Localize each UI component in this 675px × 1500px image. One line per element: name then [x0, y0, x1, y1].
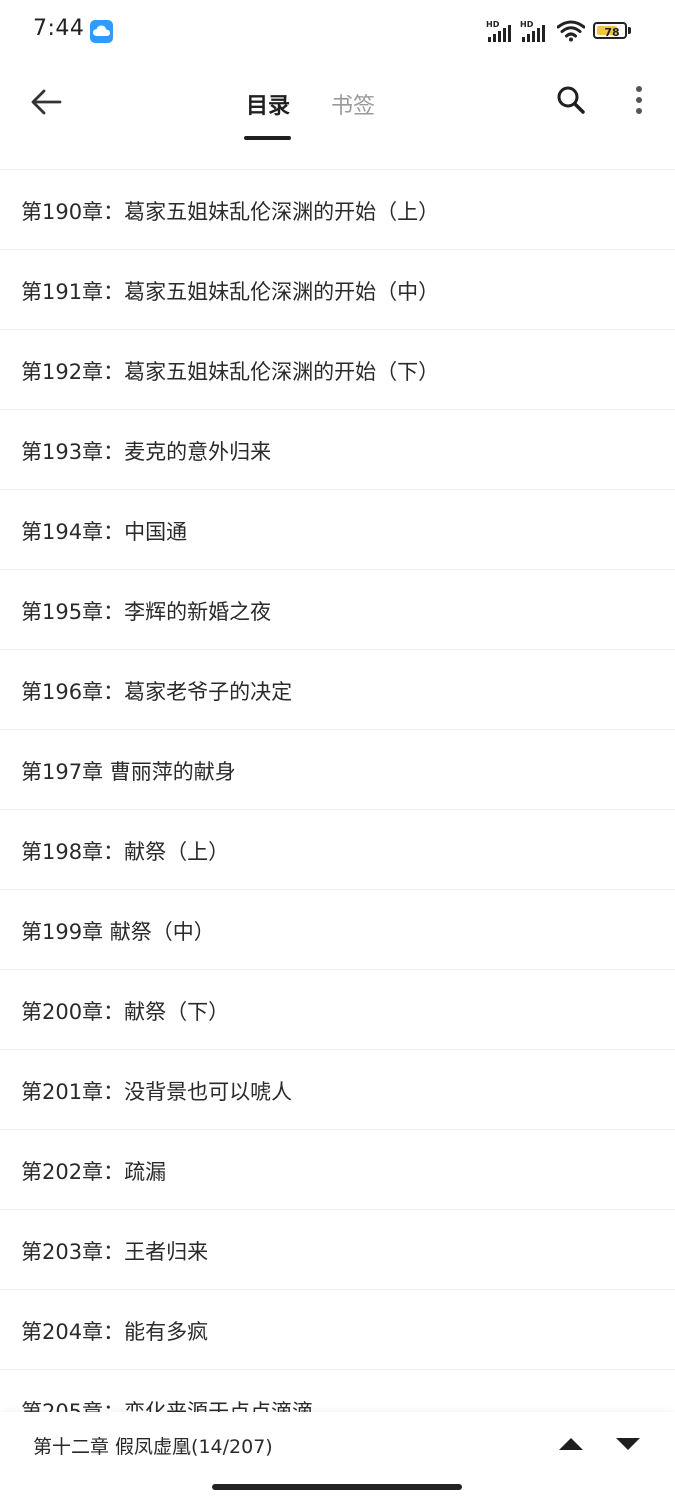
chapter-title: 第203章：王者归来	[21, 1240, 209, 1264]
chapter-list-item[interactable]: 第192章：葛家五姐妹乱伦深渊的开始（下）	[0, 330, 675, 410]
tab-table-of-contents[interactable]: 目录	[246, 88, 290, 120]
search-icon	[556, 85, 586, 119]
chapter-title: 第194章：中国通	[21, 520, 188, 544]
scroll-up-button[interactable]	[554, 1430, 588, 1460]
chapter-list-item[interactable]: 第195章：李辉的新婚之夜	[0, 570, 675, 650]
chapter-title: 第202章：疏漏	[21, 1160, 167, 1184]
battery-icon: 78	[593, 22, 631, 39]
chapter-list-item[interactable]: 第203章：王者归来	[0, 1210, 675, 1290]
chapter-title: 第196章：葛家老爷子的决定	[21, 680, 293, 704]
chapter-list-item[interactable]: 第200章：献祭（下）	[0, 970, 675, 1050]
tab-bookmarks[interactable]: 书签	[331, 88, 375, 120]
chapter-list-item[interactable]: 第204章：能有多疯	[0, 1290, 675, 1370]
wifi-icon	[556, 20, 586, 42]
chapter-title: 第205章：变化来源于点点滴滴	[21, 1400, 314, 1412]
battery-level: 78	[604, 26, 620, 39]
more-vertical-icon	[635, 85, 643, 119]
chapter-list-item[interactable]: 第202章：疏漏	[0, 1130, 675, 1210]
chapter-title: 第192章：葛家五姐妹乱伦深渊的开始（下）	[21, 360, 440, 384]
chapter-list-item[interactable]: 第194章：中国通	[0, 490, 675, 570]
chapter-title: 第204章：能有多疯	[21, 1320, 209, 1344]
signal-2-icon: HD	[520, 20, 550, 42]
cloud-app-icon	[90, 20, 113, 43]
search-button[interactable]	[551, 82, 591, 122]
bottom-bar: 第十二章 假凤虚凰(14/207)	[0, 1412, 675, 1500]
chapter-title: 第201章：没背景也可以唬人	[21, 1080, 293, 1104]
home-indicator[interactable]	[212, 1484, 462, 1490]
battery-body: 78	[593, 22, 627, 39]
top-nav: 目录 书签	[0, 62, 675, 170]
chapter-list-item[interactable]: 第193章：麦克的意外归来	[0, 410, 675, 490]
signal-1-icon: HD	[486, 20, 516, 42]
chapter-title: 第195章：李辉的新婚之夜	[21, 600, 272, 624]
triangle-down-icon	[615, 1436, 641, 1455]
chapter-list-item[interactable]: 第205章：变化来源于点点滴滴	[0, 1370, 675, 1412]
chapter-title: 第190章：葛家五姐妹乱伦深渊的开始（上）	[21, 200, 440, 224]
more-options-button[interactable]	[624, 82, 654, 122]
back-arrow-icon	[30, 88, 62, 120]
scroll-down-button[interactable]	[611, 1430, 645, 1460]
chapter-list-item[interactable]: 第196章：葛家老爷子的决定	[0, 650, 675, 730]
chapter-title: 第200章：献祭（下）	[21, 1000, 230, 1024]
chapter-list-item[interactable]: 第198章：献祭（上）	[0, 810, 675, 890]
chapter-title: 第193章：麦克的意外归来	[21, 440, 272, 464]
status-bar: 7:44 HD HD 78	[0, 0, 675, 62]
chapter-title: 第199章 献祭（中）	[21, 920, 215, 944]
chapter-title: 第197章 曹丽萍的献身	[21, 760, 236, 784]
screen: 7:44 HD HD 78 目录 书签 第190章：葛家五姐妹乱伦深渊的开始（上…	[0, 0, 675, 1500]
chapter-list[interactable]: 第190章：葛家五姐妹乱伦深渊的开始（上） 第191章：葛家五姐妹乱伦深渊的开始…	[0, 170, 675, 1412]
chapter-list-item[interactable]: 第199章 献祭（中）	[0, 890, 675, 970]
chapter-list-item[interactable]: 第201章：没背景也可以唬人	[0, 1050, 675, 1130]
current-chapter-label: 第十二章 假凤虚凰(14/207)	[33, 1436, 273, 1458]
chapter-list-item[interactable]: 第191章：葛家五姐妹乱伦深渊的开始（中）	[0, 250, 675, 330]
chapter-list-item[interactable]: 第190章：葛家五姐妹乱伦深渊的开始（上）	[0, 170, 675, 250]
chapter-title: 第198章：献祭（上）	[21, 840, 230, 864]
triangle-up-icon	[558, 1436, 584, 1455]
chapter-list-item[interactable]: 第197章 曹丽萍的献身	[0, 730, 675, 810]
battery-tip	[628, 27, 631, 34]
status-time: 7:44	[33, 16, 85, 41]
back-button[interactable]	[26, 84, 66, 124]
active-tab-indicator	[244, 136, 291, 140]
chapter-title: 第191章：葛家五姐妹乱伦深渊的开始（中）	[21, 280, 440, 304]
